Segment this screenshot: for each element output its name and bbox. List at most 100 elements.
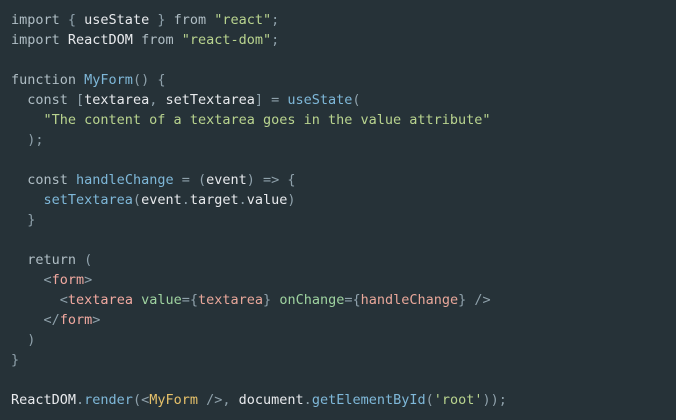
code-token-keyword: from xyxy=(141,32,174,48)
code-token-punct: < xyxy=(43,272,52,288)
code-token-punct: ; xyxy=(271,32,280,48)
code-token-plain: setTextarea xyxy=(165,92,255,108)
code-token-punct: />, xyxy=(198,392,239,408)
code-token-plain: document xyxy=(238,392,304,408)
code-token-punct: ) => { xyxy=(246,172,296,188)
code-token-punct: )); xyxy=(482,392,507,408)
code-token-tag: form xyxy=(51,272,85,288)
code-token-punct: ={ xyxy=(181,292,198,308)
code-token-function: setTextarea xyxy=(43,192,133,208)
code-token-component: MyForm xyxy=(149,392,198,408)
code-token-keyword: function xyxy=(11,72,77,88)
code-token-punct: > xyxy=(84,272,93,288)
code-token-punct: } xyxy=(11,352,20,368)
code-token-plain: ReactDOM xyxy=(59,32,142,48)
code-line: const [textarea, setTextarea] = useState… xyxy=(11,90,676,110)
code-token-punct: ] = xyxy=(254,92,288,108)
code-token-keyword: return xyxy=(27,252,77,268)
code-token-plain: event xyxy=(141,192,182,208)
code-token-punct: = ( xyxy=(173,172,207,188)
code-token-plain: ReactDOM xyxy=(11,392,77,408)
code-token-punct: > xyxy=(92,312,101,328)
code-token-function: useState xyxy=(287,92,353,108)
code-token-keyword: import xyxy=(11,32,60,48)
code-token-keyword: from xyxy=(173,12,207,28)
code-token-punct: </ xyxy=(43,312,60,328)
code-token-tag: textarea xyxy=(67,292,133,308)
code-line: <form> xyxy=(11,270,676,290)
code-token-punct: , xyxy=(149,92,166,108)
code-token-string: 'root' xyxy=(433,392,483,408)
code-token-punct: . xyxy=(76,392,85,408)
code-token-tag: form xyxy=(59,312,93,328)
code-line: ReactDOM.render(<MyForm />, document.get… xyxy=(11,390,676,410)
code-line: import { useState } from "react"; xyxy=(11,10,676,30)
code-token-punct: (< xyxy=(132,392,150,408)
code-token-punct: } xyxy=(149,12,174,28)
code-token-punct: ={ xyxy=(344,292,361,308)
code-line: </form> xyxy=(11,310,676,330)
code-line: <textarea value={textarea} onChange={han… xyxy=(11,290,676,310)
code-token-attr: onChange xyxy=(279,292,345,308)
code-token-punct: ; xyxy=(271,12,280,28)
code-editor[interactable]: import { useState } from "react"; import … xyxy=(0,0,676,420)
code-token-punct: . xyxy=(238,192,247,208)
code-line: function MyForm() { xyxy=(11,70,676,90)
code-token-punct: ) xyxy=(11,332,36,348)
code-token-plain: textarea xyxy=(84,92,150,108)
code-token-punct: ) xyxy=(287,192,296,208)
code-line: return ( xyxy=(11,250,676,270)
code-line: const handleChange = (event) => { xyxy=(11,170,676,190)
code-token-punct: } /> xyxy=(458,292,491,308)
code-token-function: handleChange xyxy=(76,172,174,188)
code-token-punct: ( xyxy=(132,192,142,208)
code-token-punct: ( xyxy=(76,252,93,268)
code-token-jsx_var: handleChange xyxy=(360,292,459,308)
code-token-punct xyxy=(174,32,182,48)
code-token-attr: value xyxy=(141,292,182,308)
code-token-punct: < xyxy=(59,292,68,308)
code-token-string: "The content of a textarea goes in the v… xyxy=(43,112,491,128)
code-token-punct: ); xyxy=(11,132,44,148)
code-token-keyword: const xyxy=(27,172,68,188)
code-token-function: getElementById xyxy=(311,392,426,408)
code-token-function: MyForm xyxy=(84,72,133,88)
code-token-plain: target xyxy=(189,192,239,208)
code-token-punct: . xyxy=(303,392,312,408)
code-token-jsx_var: textarea xyxy=(198,292,264,308)
code-line: import ReactDOM from "react-dom"; xyxy=(11,30,676,50)
code-token-punct: . xyxy=(181,192,190,208)
code-token-punct: () { xyxy=(132,72,166,88)
code-line: } xyxy=(11,210,676,230)
code-token-keyword: const xyxy=(27,92,68,108)
code-token-punct: ( xyxy=(352,92,361,108)
code-token-punct: { xyxy=(59,12,85,28)
code-line: ) xyxy=(11,330,676,350)
code-token-plain: event xyxy=(206,172,247,188)
code-token-plain: value xyxy=(246,192,288,208)
code-token-function: render xyxy=(84,392,133,408)
code-token-punct: ( xyxy=(425,392,434,408)
code-token-keyword: import xyxy=(11,12,60,28)
code-token-punct: [ xyxy=(67,92,85,108)
code-line: ); xyxy=(11,130,676,150)
code-line: "The content of a textarea goes in the v… xyxy=(11,110,676,130)
code-line: setTextarea(event.target.value) xyxy=(11,190,676,210)
code-token-string: "react-dom" xyxy=(181,32,272,48)
code-line: } xyxy=(11,350,676,370)
code-token-string: "react" xyxy=(214,12,272,28)
